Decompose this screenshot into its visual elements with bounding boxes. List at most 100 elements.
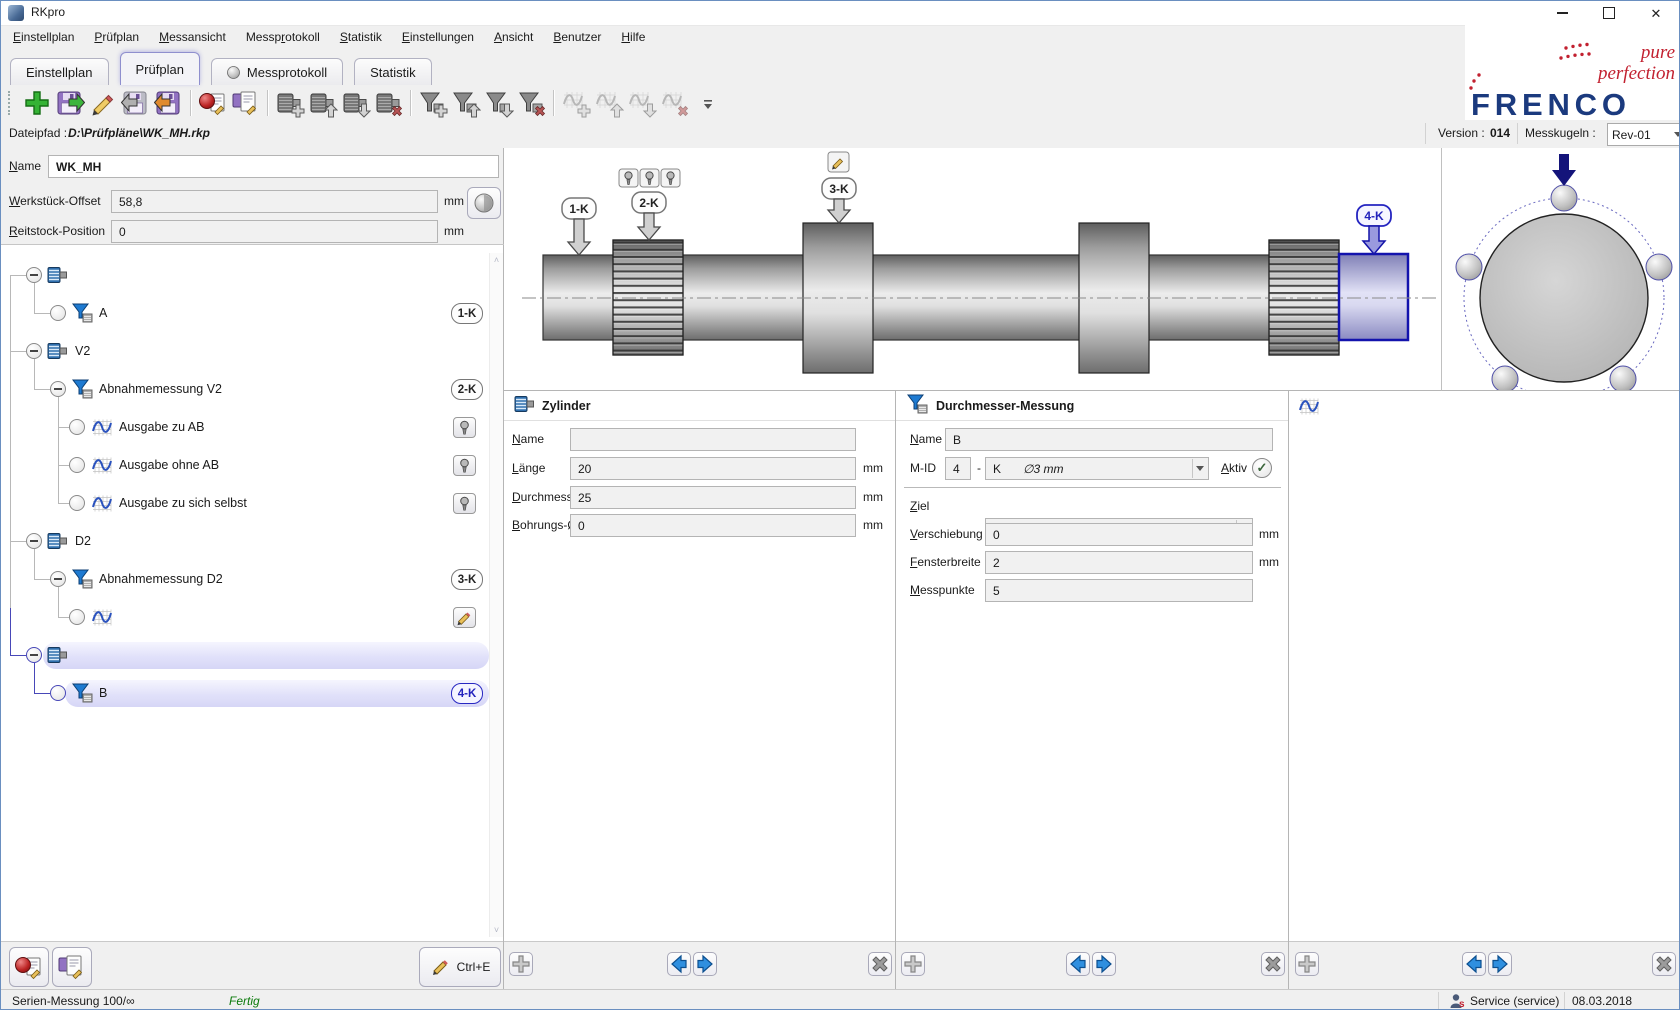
output-move-down-icon[interactable] (625, 87, 658, 119)
measure-protocol-button[interactable] (9, 947, 49, 987)
tree-item-v2[interactable]: V2 (75, 340, 90, 362)
cylinder-add-icon[interactable] (273, 87, 306, 119)
messung-name-input[interactable]: B (945, 428, 1273, 451)
durchmesser-input[interactable]: 25 (570, 486, 856, 509)
zylinder-next-button[interactable] (693, 952, 717, 976)
toolbar-overflow-icon[interactable] (691, 87, 724, 119)
mid-select[interactable]: K ∅3 mm (985, 457, 1209, 480)
cylinder-move-down-icon[interactable] (339, 87, 372, 119)
export-plan-icon[interactable] (152, 87, 185, 119)
messpunkte-input[interactable]: 5 (985, 579, 1253, 602)
toolbar (1, 85, 1470, 121)
menu-bar: Einstellplan Prüfplan Messansicht Messpr… (1, 25, 1467, 48)
messung-close-button[interactable] (1261, 952, 1285, 976)
zylinder-add-button[interactable] (509, 952, 533, 976)
output-close-button[interactable] (1652, 952, 1676, 976)
tab-pruefplan[interactable]: Prüfplan (120, 52, 200, 85)
menu-pruefplan[interactable]: Prüfplan (84, 27, 149, 47)
tree-item-ausgabe-zu-ab[interactable]: Ausgabe zu AB (119, 416, 204, 438)
tree-scrollbar[interactable]: ˄ ˅ (489, 253, 503, 937)
verschiebung-input[interactable]: 0 (985, 523, 1253, 546)
scroll-up-icon[interactable]: ˄ (490, 253, 503, 267)
tree-collapse-toggle[interactable] (26, 647, 42, 663)
output-icon (91, 455, 113, 477)
fenster-input[interactable]: 2 (985, 551, 1253, 574)
save-protocol-button[interactable] (52, 947, 92, 987)
cylinder-move-up-icon[interactable] (306, 87, 339, 119)
output-prev-button[interactable] (1462, 952, 1486, 976)
output-add-button[interactable] (1295, 952, 1319, 976)
tree-item-a[interactable]: A (99, 302, 107, 324)
zylinder-prev-button[interactable] (667, 952, 691, 976)
menu-ansicht[interactable]: Ansicht (484, 27, 543, 47)
tab-messprotokoll[interactable]: Messprotokoll (211, 58, 343, 85)
output-next-button[interactable] (1488, 952, 1512, 976)
tree-node-circle[interactable] (69, 609, 85, 625)
maximize-button[interactable] (1586, 1, 1632, 25)
tree-collapse-toggle[interactable] (50, 381, 66, 397)
menu-statistik[interactable]: Statistik (330, 27, 392, 47)
tree-node-circle[interactable] (69, 457, 85, 473)
tree-item-abnahmemessung-d2[interactable]: Abnahmemessung D2 (99, 568, 223, 590)
output-move-up-icon[interactable] (592, 87, 625, 119)
tree-item-b[interactable]: B (99, 682, 107, 704)
measurement-move-up-icon[interactable] (449, 87, 482, 119)
mid-input[interactable]: 4 (945, 457, 971, 480)
new-plan-icon[interactable] (20, 87, 53, 119)
edit-plan-icon[interactable] (86, 87, 119, 119)
status-mode: Serien-Messung 100/∞ (12, 994, 135, 1008)
tree-item-ausgabe-zu-sich-selbst[interactable]: Ausgabe zu sich selbst (119, 492, 247, 514)
selected-cylinder-section[interactable] (1339, 254, 1408, 340)
tree-item-abnahmemessung-v2[interactable]: Abnahmemessung V2 (99, 378, 222, 400)
stamp-icon[interactable] (453, 493, 476, 514)
output-delete-icon[interactable] (658, 87, 691, 119)
edit-protocol-icon[interactable] (229, 87, 262, 119)
tree-item-ausgabe-ohne-ab[interactable]: Ausgabe ohne AB (119, 454, 219, 476)
stamp-icon[interactable] (453, 417, 476, 438)
tree-node-circle[interactable] (50, 305, 66, 321)
menu-benutzer[interactable]: Benutzer (543, 27, 611, 47)
logo-pure: pure (1639, 42, 1675, 63)
divider (1564, 992, 1565, 1010)
tree-collapse-toggle[interactable] (50, 571, 66, 587)
messkugeln-select[interactable]: Rev-01 (1607, 123, 1680, 146)
scroll-down-icon[interactable]: ˅ (490, 923, 503, 937)
zylinder-name-input[interactable] (570, 428, 856, 451)
close-button[interactable]: ✕ (1633, 1, 1679, 25)
pencil-icon[interactable] (828, 152, 849, 172)
bohrung-input[interactable]: 0 (570, 514, 856, 537)
tree-collapse-toggle[interactable] (26, 343, 42, 359)
menu-einstellplan[interactable]: Einstellplan (3, 27, 84, 47)
minimize-button[interactable] (1539, 1, 1585, 25)
tree-node-circle[interactable] (69, 419, 85, 435)
messung-add-button[interactable] (901, 952, 925, 976)
tab-statistik[interactable]: Statistik (354, 58, 432, 85)
edit-plan-button[interactable]: Ctrl+E (419, 947, 501, 987)
tree-collapse-toggle[interactable] (26, 533, 42, 549)
menu-messansicht[interactable]: Messansicht (149, 27, 236, 47)
stamp-icon[interactable] (453, 455, 476, 476)
measure-protocol-icon[interactable] (196, 87, 229, 119)
messung-prev-button[interactable] (1066, 952, 1090, 976)
measurement-delete-icon[interactable] (515, 87, 548, 119)
tab-einstellplan[interactable]: Einstellplan (10, 58, 109, 85)
aktiv-checkbox[interactable]: ✓ (1252, 458, 1272, 478)
pencil-icon[interactable] (453, 607, 476, 628)
menu-messprotokoll[interactable]: Messprotokoll (236, 27, 330, 47)
cylinder-delete-icon[interactable] (372, 87, 405, 119)
zylinder-close-button[interactable] (868, 952, 892, 976)
laenge-input[interactable]: 20 (570, 457, 856, 480)
save-plan-icon[interactable] (53, 87, 86, 119)
tree-node-circle[interactable] (50, 685, 66, 701)
output-add-icon[interactable] (559, 87, 592, 119)
stamp-icons[interactable] (619, 169, 680, 187)
tree-collapse-toggle[interactable] (26, 267, 42, 283)
menu-hilfe[interactable]: Hilfe (611, 27, 655, 47)
messung-next-button[interactable] (1092, 952, 1116, 976)
measurement-move-down-icon[interactable] (482, 87, 515, 119)
tree-item-d2[interactable]: D2 (75, 530, 91, 552)
import-plan-icon[interactable] (119, 87, 152, 119)
measurement-add-icon[interactable] (416, 87, 449, 119)
menu-einstellungen[interactable]: Einstellungen (392, 27, 484, 47)
tree-node-circle[interactable] (69, 495, 85, 511)
